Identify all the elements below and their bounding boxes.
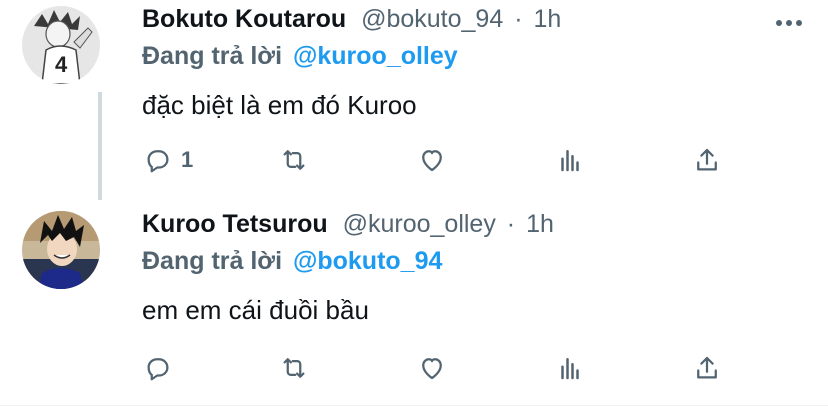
tweet-bokuto[interactable]: 4 Bokuto Koutarou @bokuto_94 · 1h Đang t… xyxy=(0,0,828,205)
reply-button[interactable]: 1 xyxy=(143,145,193,175)
replying-to-label: Đang trả lời xyxy=(142,247,283,275)
display-name[interactable]: Bokuto Koutarou xyxy=(142,5,346,33)
timestamp[interactable]: 1h xyxy=(526,210,554,238)
share-icon xyxy=(697,148,717,171)
reply-button[interactable] xyxy=(143,353,173,383)
user-handle[interactable]: @bokuto_94 xyxy=(361,5,503,33)
tweet-text: đặc biệt là em đó Kuroo xyxy=(142,90,417,120)
timestamp[interactable]: 1h xyxy=(533,5,561,33)
replying-to: Đang trả lời @kuroo_olley xyxy=(142,42,458,71)
more-icon[interactable] xyxy=(776,20,802,26)
user-handle[interactable]: @kuroo_olley xyxy=(343,210,496,238)
share-button[interactable] xyxy=(692,353,722,383)
reply-count: 1 xyxy=(181,147,194,172)
like-button[interactable] xyxy=(417,353,447,383)
tweet-header: Kuroo Tetsurou @kuroo_olley · 1h xyxy=(142,210,554,239)
avatar-kuroo-image xyxy=(22,211,100,289)
analytics-icon xyxy=(561,150,579,172)
avatar-bokuto[interactable]: 4 xyxy=(22,6,100,84)
analytics-button[interactable] xyxy=(555,353,585,383)
replying-to-handle[interactable]: @bokuto_94 xyxy=(293,247,442,275)
tweet-kuroo[interactable]: Kuroo Tetsurou @kuroo_olley · 1h Đang tr… xyxy=(0,205,828,411)
retweet-icon xyxy=(283,150,305,170)
analytics-icon xyxy=(561,358,579,380)
avatar-kuroo[interactable] xyxy=(22,211,100,289)
tweet-header: Bokuto Koutarou @bokuto_94 · 1h xyxy=(142,5,561,34)
display-name[interactable]: Kuroo Tetsurou xyxy=(142,210,328,238)
heart-icon xyxy=(422,150,442,172)
reply-icon xyxy=(147,358,169,381)
analytics-button[interactable] xyxy=(555,145,585,175)
avatar-bokuto-image: 4 xyxy=(22,6,100,84)
separator-dot: · xyxy=(506,210,516,238)
retweet-icon xyxy=(283,358,305,378)
share-icon xyxy=(697,356,717,379)
share-button[interactable] xyxy=(692,145,722,175)
separator-dot: · xyxy=(514,5,523,33)
replying-to: Đang trả lời @bokuto_94 xyxy=(142,247,442,276)
retweet-button[interactable] xyxy=(279,353,309,383)
like-button[interactable] xyxy=(417,145,447,175)
bottom-divider xyxy=(0,405,828,406)
heart-icon xyxy=(422,358,442,380)
tweet-text: em em cái đuồi bầu xyxy=(142,295,369,325)
retweet-button[interactable] xyxy=(279,145,309,175)
reply-icon xyxy=(147,150,169,173)
replying-to-handle[interactable]: @kuroo_olley xyxy=(293,42,458,70)
svg-text:4: 4 xyxy=(55,52,68,77)
replying-to-label: Đang trả lời xyxy=(142,42,283,70)
